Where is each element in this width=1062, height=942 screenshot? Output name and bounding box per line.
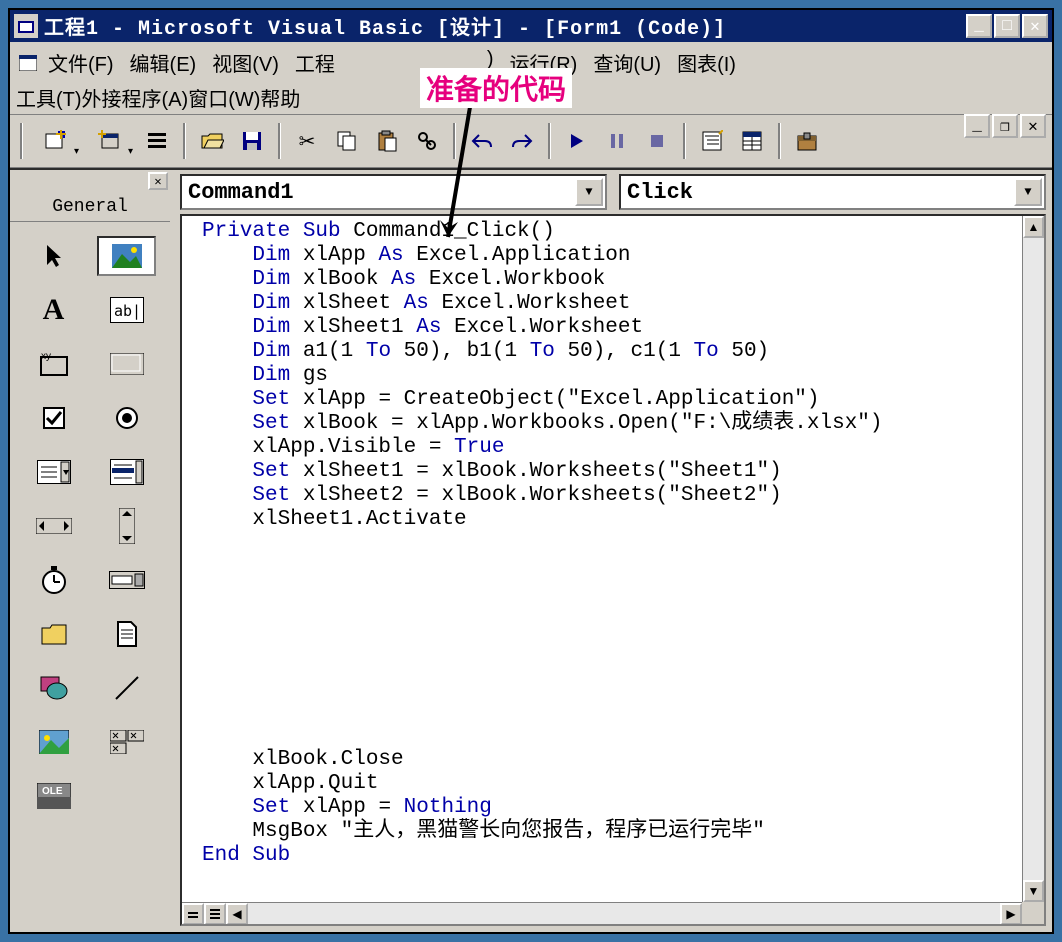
full-module-view-button[interactable] [204,903,226,925]
toolbox-panel: ✕ General A ab| xy [10,170,170,932]
vertical-scrollbar[interactable]: ▲ ▼ [1022,216,1044,902]
paste-button[interactable] [369,123,405,159]
dirlistbox-tool[interactable] [24,614,83,654]
data-tool[interactable] [97,722,156,762]
listbox-tool[interactable] [97,452,156,492]
event-combo[interactable]: Click ▼ [619,174,1046,210]
label-tool[interactable]: A [24,290,83,330]
mdi-close-button[interactable]: ✕ [1020,114,1046,138]
svg-text:xy: xy [41,351,51,362]
scroll-corner [1022,902,1044,924]
start-button[interactable] [559,123,595,159]
event-combo-value: Click [627,180,693,205]
shape-tool[interactable] [24,668,83,708]
vscrollbar-tool[interactable] [97,506,156,546]
scroll-right-button[interactable]: ▶ [1000,903,1022,925]
commandbutton-tool[interactable] [97,344,156,384]
menu-view[interactable]: 视图(V) [204,44,287,81]
minimize-button[interactable]: _ [966,14,992,38]
close-button[interactable]: ✕ [1022,14,1048,38]
combobox-tool[interactable] [24,452,83,492]
main-window: 工程1 - Microsoft Visual Basic [设计] - [For… [8,8,1054,934]
cut-button[interactable]: ✂ [289,123,325,159]
toolbox-header[interactable]: General [10,192,170,222]
checkbox-tool[interactable] [24,398,83,438]
app-icon [14,14,38,38]
picturebox-tool[interactable] [97,236,156,276]
project-explorer-button[interactable] [694,123,730,159]
redo-button[interactable] [504,123,540,159]
drivelistbox-tool[interactable] [97,560,156,600]
form-icon [16,44,40,81]
find-button[interactable] [409,123,445,159]
toolbar: ✂ [10,114,1052,168]
pause-button[interactable] [599,123,635,159]
object-combo[interactable]: Command1 ▼ [180,174,607,210]
scroll-left-button[interactable]: ◀ [226,903,248,925]
toolbox-close-button[interactable]: ✕ [148,172,168,190]
scroll-down-button[interactable]: ▼ [1023,880,1044,902]
mdi-controls: _ ❐ ✕ [964,114,1046,138]
hscroll-track[interactable] [248,903,1000,924]
timer-tool[interactable] [24,560,83,600]
event-combo-dropdown[interactable]: ▼ [1014,178,1042,206]
menu-project[interactable]: 工程 [287,44,343,81]
copy-button[interactable] [329,123,365,159]
add-form-button[interactable] [85,123,135,159]
image-tool[interactable] [24,722,83,762]
save-button[interactable] [234,123,270,159]
frame-tool[interactable]: xy [24,344,83,384]
horizontal-scrollbar[interactable]: ◀ ▶ [182,902,1022,924]
mdi-restore-button[interactable]: ❐ [992,114,1018,138]
undo-button[interactable] [464,123,500,159]
maximize-button[interactable]: □ [994,14,1020,38]
toolbox-grid: A ab| xy OLE [10,222,170,830]
menu-addins[interactable]: 外接程序(A) [82,83,189,112]
ole-tool[interactable]: OLE [24,776,83,816]
object-combo-dropdown[interactable]: ▼ [575,178,603,206]
titlebar: 工程1 - Microsoft Visual Basic [设计] - [For… [10,10,1052,42]
filelistbox-tool[interactable] [97,614,156,654]
optionbutton-tool[interactable] [97,398,156,438]
object-combo-value: Command1 [188,180,294,205]
annotation-label: 准备的代码 [420,68,572,108]
menu-window[interactable]: 窗口(W) [188,83,260,112]
svg-text:OLE: OLE [42,786,63,797]
pointer-tool[interactable] [24,236,83,276]
menu-tools[interactable]: 工具(T) [16,83,82,112]
menu-help[interactable]: 帮助 [260,83,300,112]
code-editor[interactable]: Private Sub Command1_Click() Dim xlApp A… [180,214,1046,926]
menu-editor-button[interactable] [139,123,175,159]
toolbox-button[interactable] [789,123,825,159]
menu-file[interactable]: 文件(F) [40,44,122,81]
open-button[interactable] [194,123,230,159]
workarea: ✕ General A ab| xy [10,168,1052,932]
scroll-track[interactable] [1023,238,1044,880]
toolbox-titlebar: ✕ [10,170,170,192]
line-tool[interactable] [97,668,156,708]
textbox-tool[interactable]: ab| [97,290,156,330]
add-project-button[interactable] [31,123,81,159]
properties-button[interactable] [734,123,770,159]
stop-button[interactable] [639,123,675,159]
window-title: 工程1 - Microsoft Visual Basic [设计] - [For… [44,11,966,41]
code-window: Command1 ▼ Click ▼ Private Sub Command1_… [170,170,1052,932]
svg-text:ab|: ab| [114,302,141,320]
menu-edit[interactable]: 编辑(E) [122,44,205,81]
menu-query[interactable]: 查询(U) [585,44,669,81]
menu-diagram[interactable]: 图表(I) [669,44,744,81]
mdi-minimize-button[interactable]: _ [964,114,990,138]
code-text[interactable]: Private Sub Command1_Click() Dim xlApp A… [182,216,1044,872]
scroll-up-button[interactable]: ▲ [1023,216,1044,238]
procedure-view-button[interactable] [182,903,204,925]
hscrollbar-tool[interactable] [24,506,83,546]
